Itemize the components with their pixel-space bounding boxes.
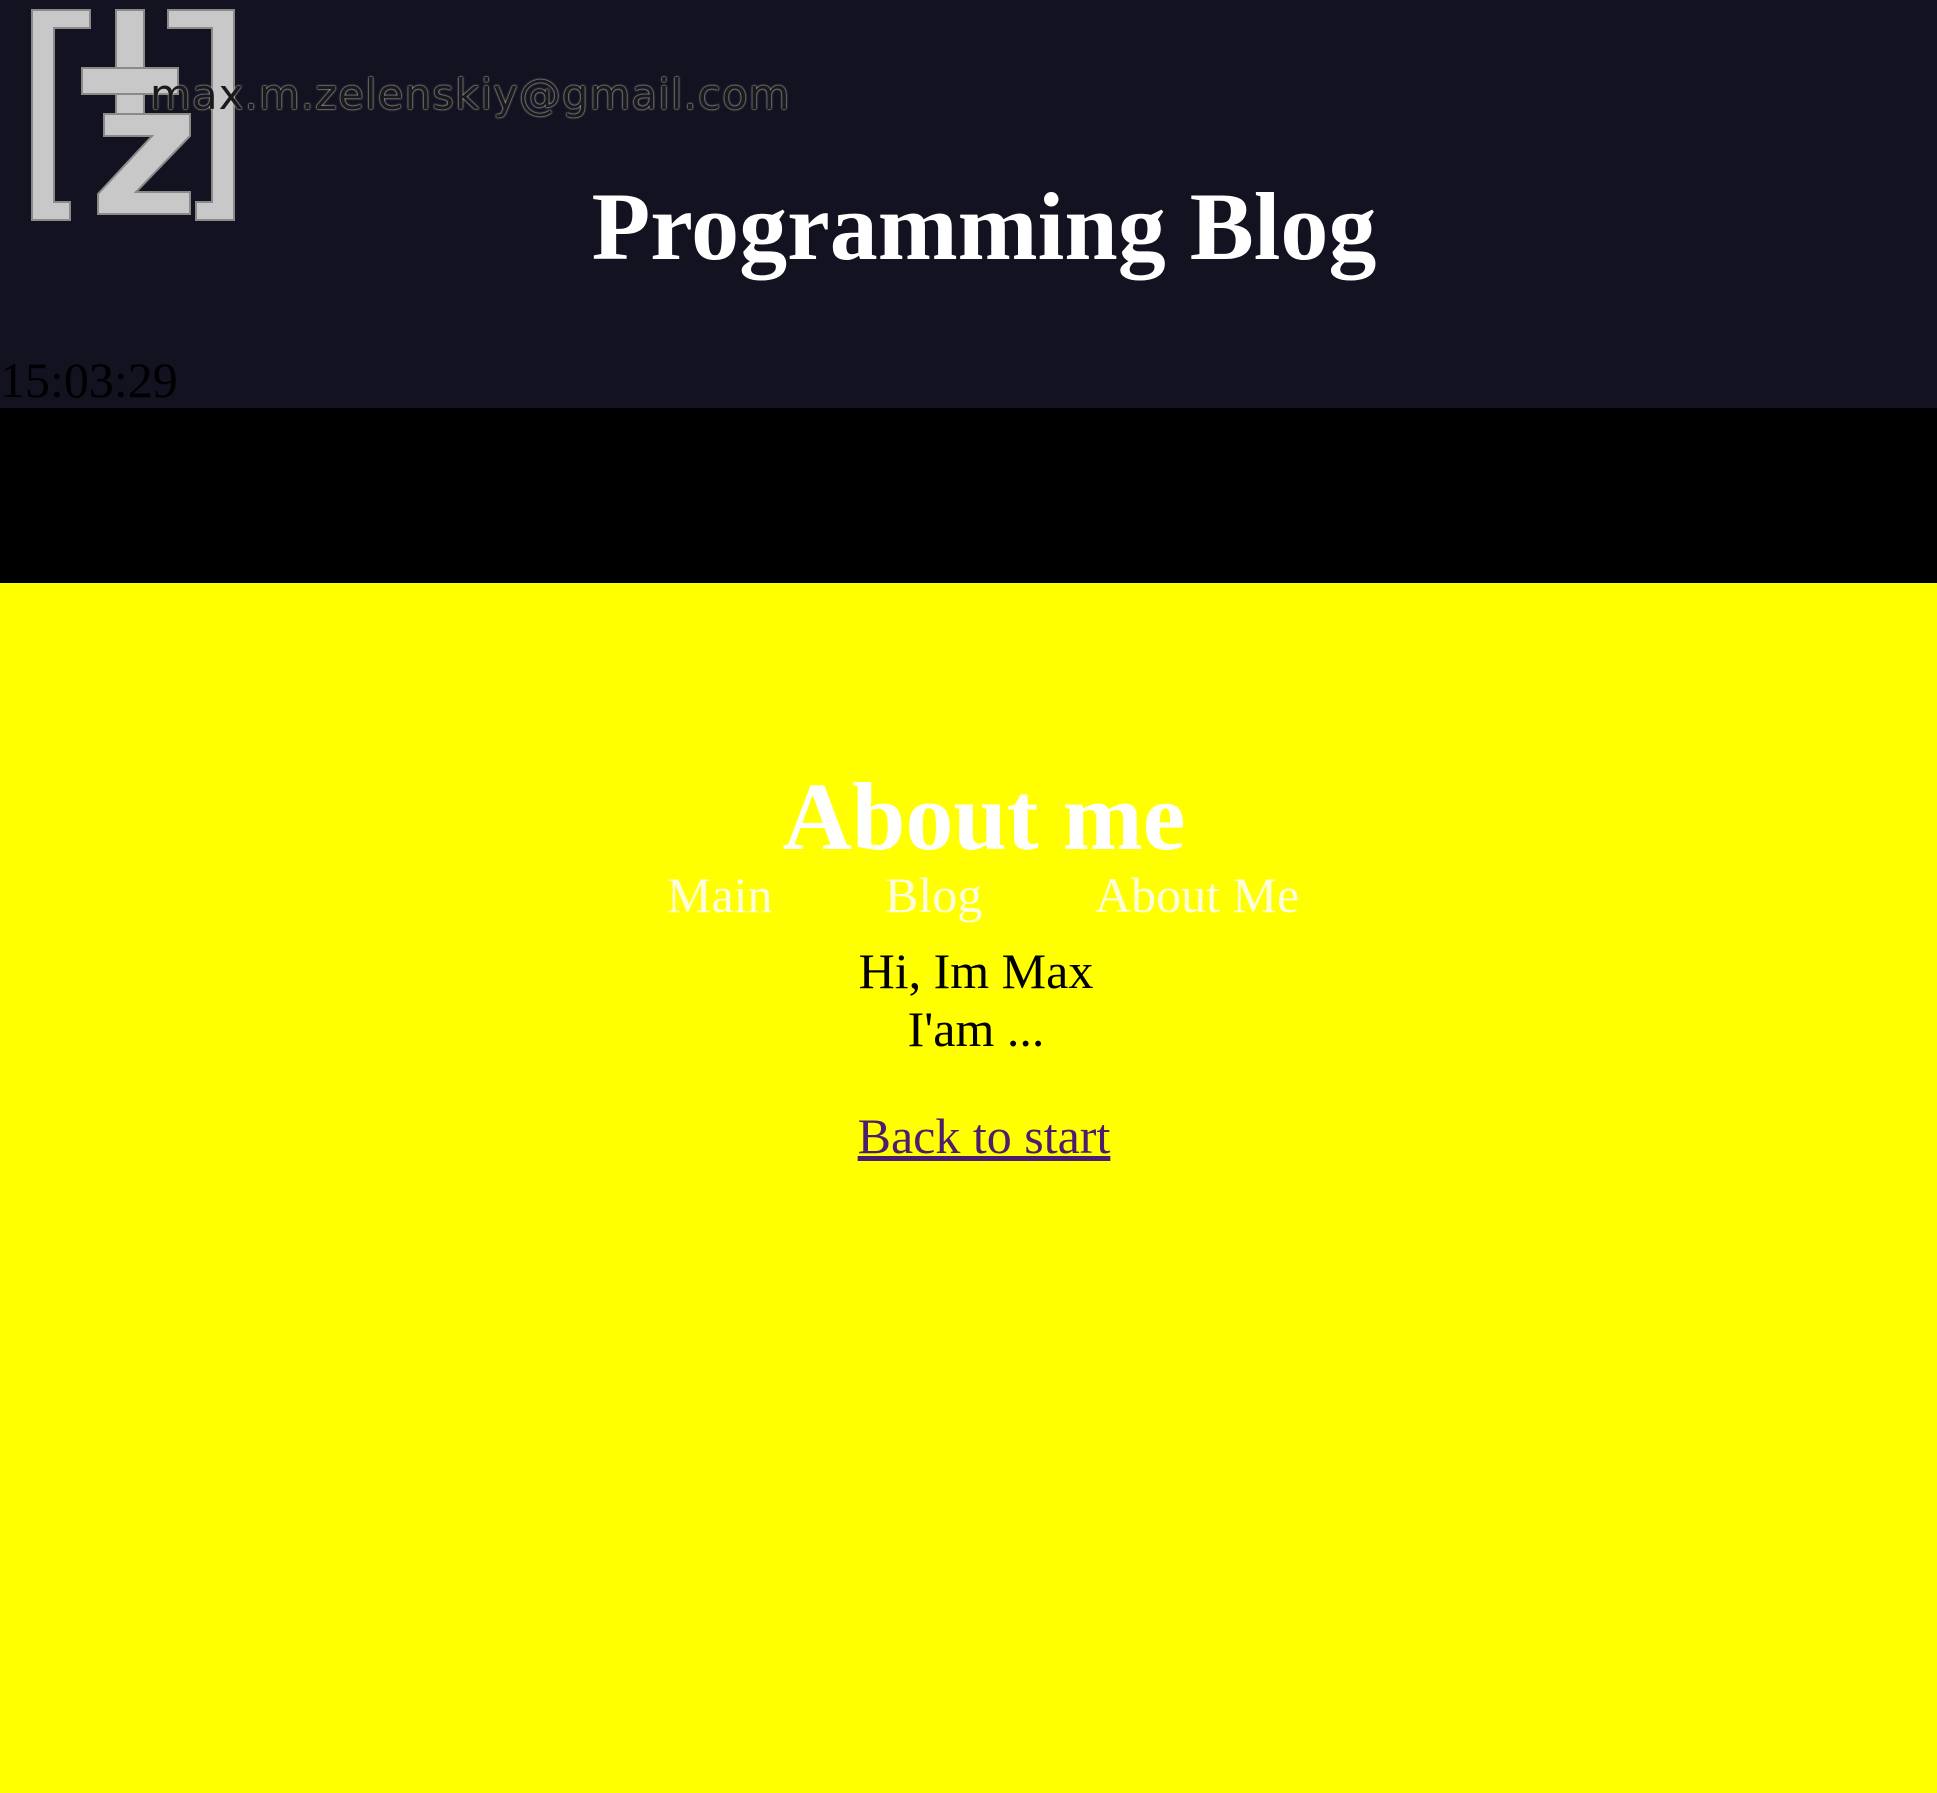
intro-line-1: Hi, Im Max [858,943,1094,999]
intro-text: Hi, Im Max I'am ... [0,942,1937,1058]
page-title: About me [782,763,1186,870]
site-title: Programming Blog [591,173,1377,280]
email-address: max.m.zelenskiy@gmail.com [150,70,791,119]
nav-link-blog[interactable]: Blog [885,866,982,924]
nav-link-main[interactable]: Main [667,866,773,924]
page: max.m.zelenskiy@gmail.com Programming Bl… [0,0,1937,1793]
clock: 15:03:29 [0,352,178,408]
site-header: max.m.zelenskiy@gmail.com Programming Bl… [0,0,1937,408]
main-nav: Main Blog About Me [0,408,1937,923]
intro-line-2: I'am ... [907,1001,1045,1057]
back-to-start-link[interactable]: Back to start [858,1108,1111,1164]
nav-link-about-me[interactable]: About Me [1095,866,1299,924]
back-link-container: Back to start [0,1107,1937,1165]
